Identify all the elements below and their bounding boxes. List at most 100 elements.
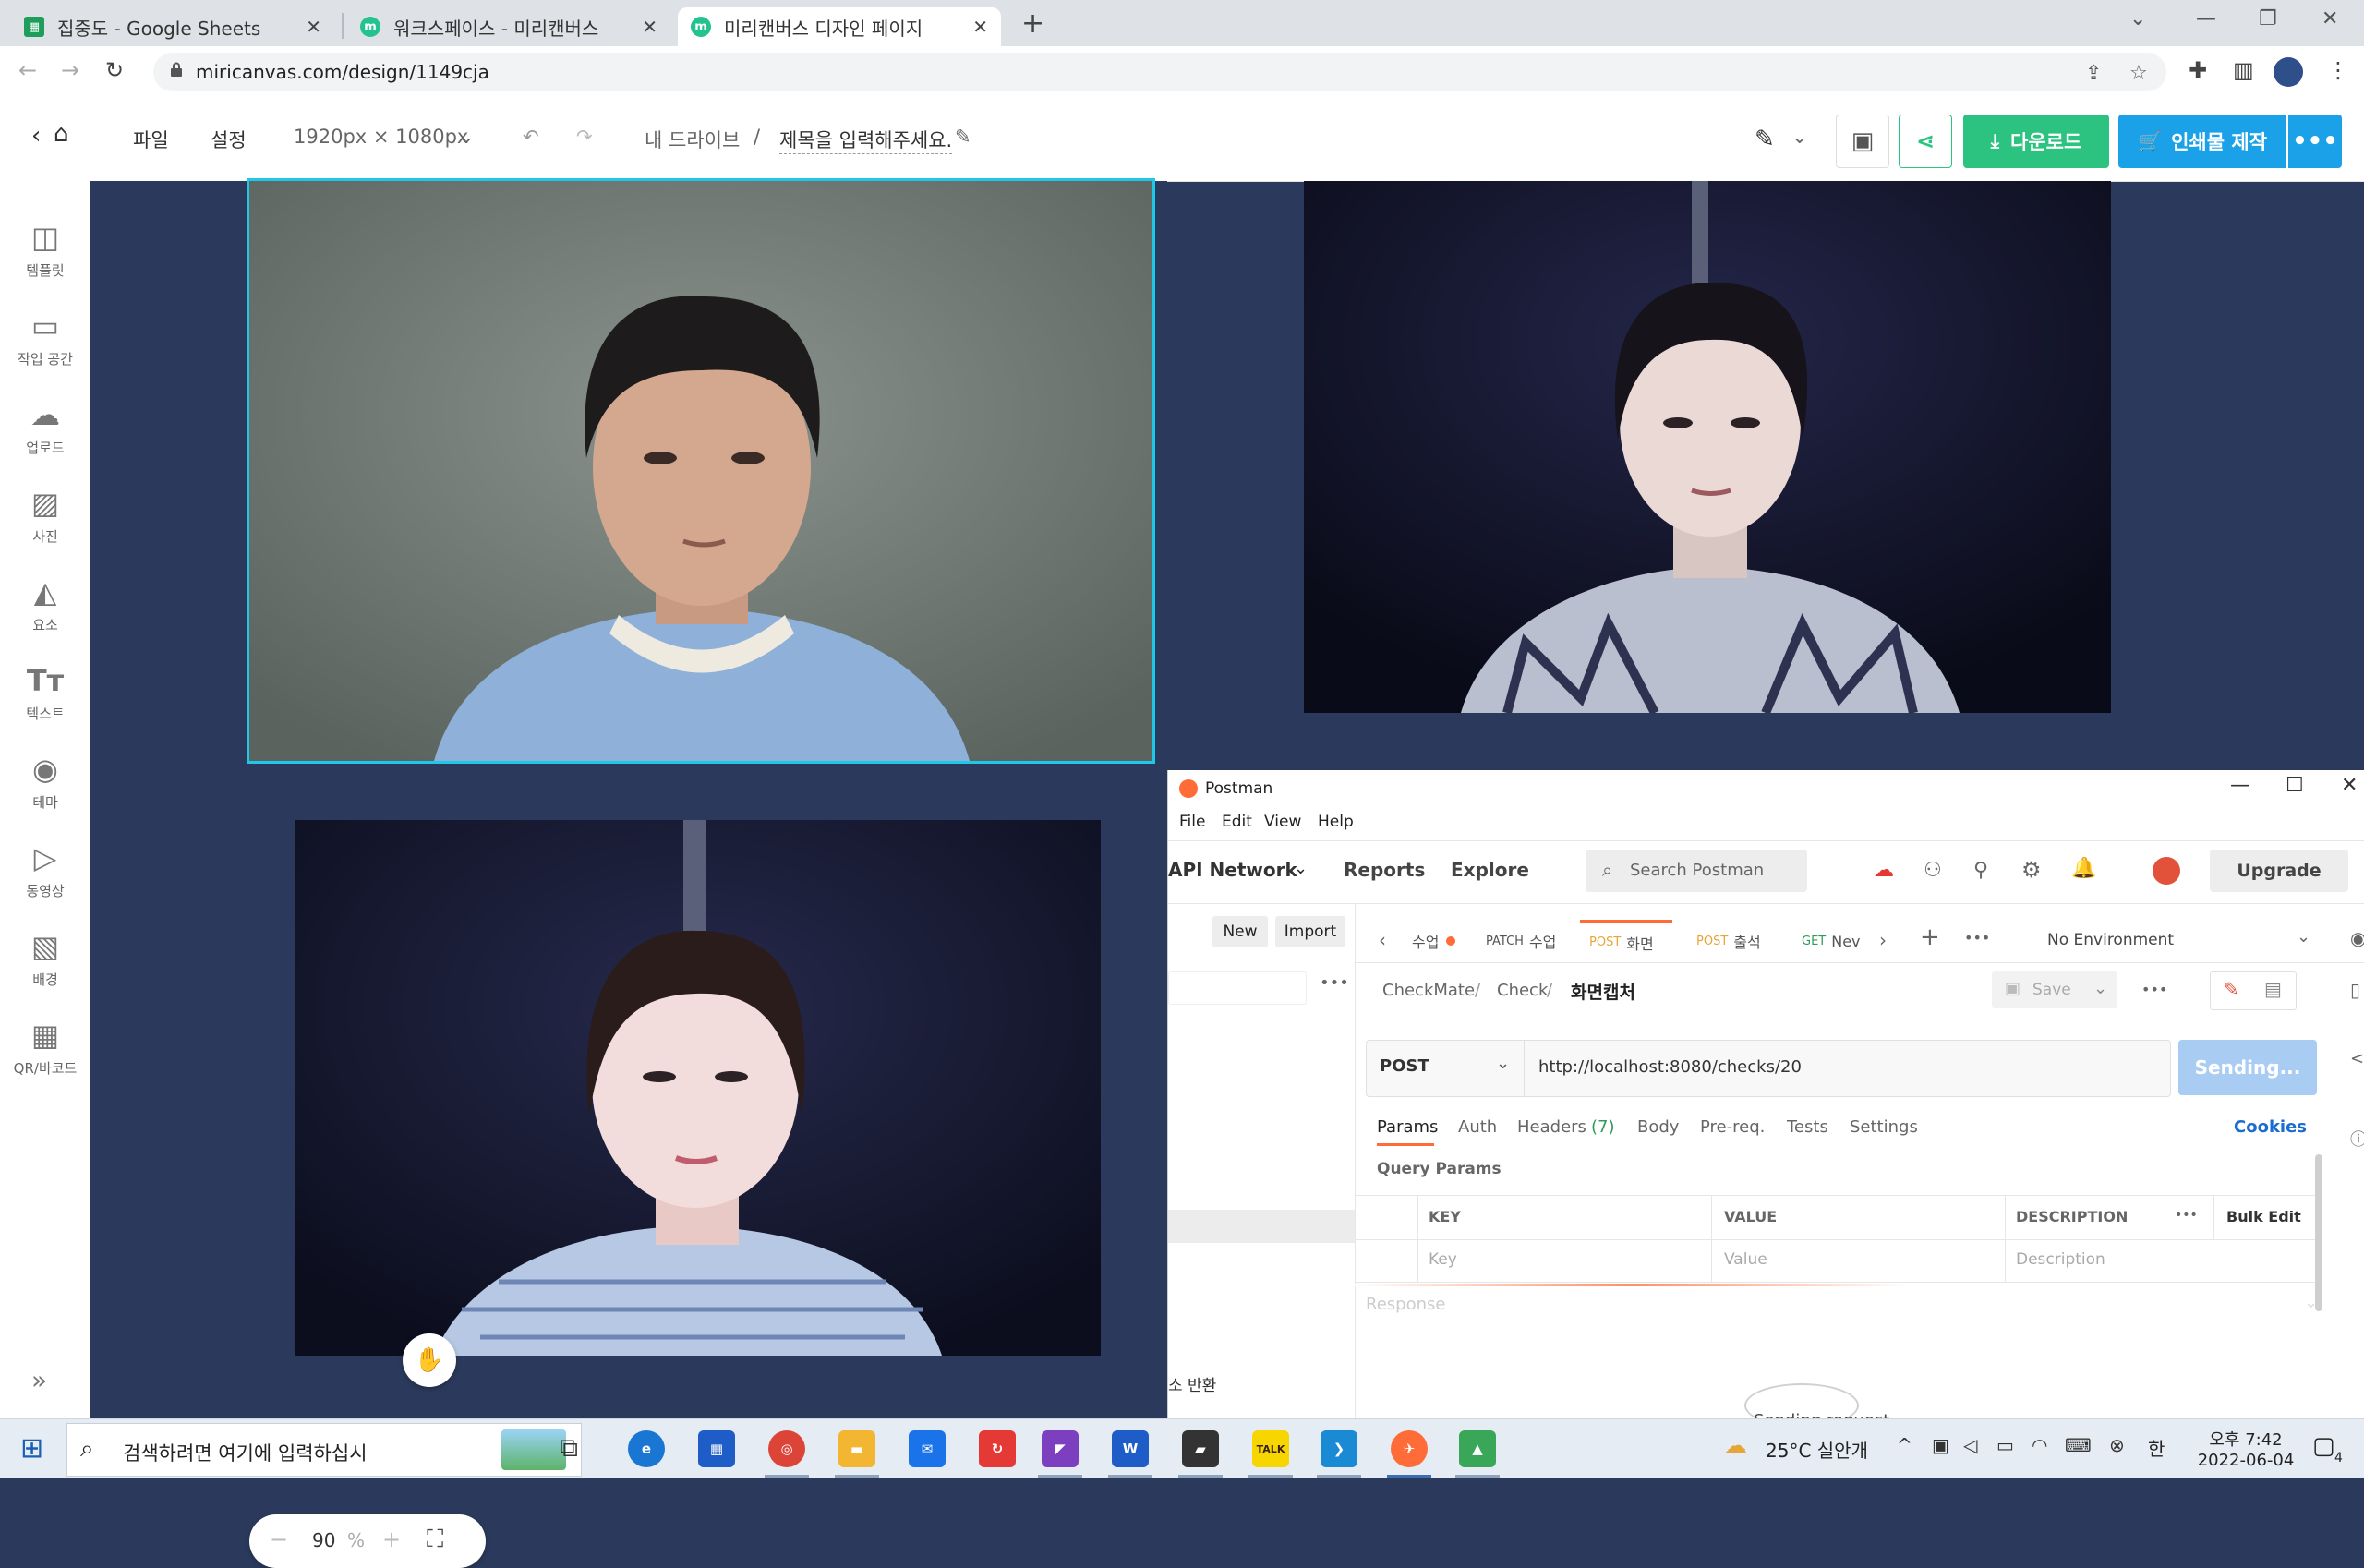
fullscreen-icon[interactable]: ⛶ — [427, 1526, 443, 1554]
store-icon[interactable]: ▦ — [698, 1430, 735, 1467]
save-button[interactable]: ▣ Save ⌄ — [1992, 971, 2117, 1008]
document-title-input[interactable]: 제목을 입력해주세요. — [779, 126, 953, 154]
sync-cloud-icon[interactable]: ☁ — [1874, 859, 1894, 882]
share-icon[interactable]: ⇪ — [2085, 62, 2102, 85]
sidebar-item-theme[interactable]: ◉ 테마 — [0, 752, 90, 812]
canvas-size-dropdown[interactable]: 1920px × 1080px — [294, 126, 468, 148]
windows-start-icon[interactable]: ⊞ — [20, 1432, 43, 1465]
menu-help[interactable]: Help — [1318, 813, 1354, 831]
taskbar-search-box[interactable]: ⌕ 검색하려면 여기에 입력하십시 — [66, 1423, 582, 1477]
search-box[interactable]: ⌕ Search Postman — [1586, 850, 1807, 892]
request-tab-active[interactable]: POST 화면 — [1580, 920, 1672, 962]
menu-file[interactable]: File — [1179, 813, 1205, 831]
meet-icon[interactable]: ▣ — [1932, 1434, 1949, 1456]
minimize-icon[interactable]: — — [2196, 7, 2216, 30]
vscode-icon[interactable]: ❯ — [1321, 1430, 1357, 1467]
sync-app-icon[interactable]: ↻ — [979, 1430, 1016, 1467]
request-tab[interactable]: PATCH 수업 — [1486, 920, 1556, 962]
more-options-icon[interactable]: ••• — [1320, 973, 1349, 993]
zoom-value[interactable]: 90 — [312, 1529, 335, 1551]
kakaotalk-icon[interactable]: TALK — [1252, 1430, 1289, 1467]
tab-body[interactable]: Body — [1637, 1117, 1679, 1137]
edge-icon[interactable]: e — [628, 1430, 665, 1467]
close-tab-icon[interactable]: ✕ — [972, 16, 988, 38]
tab-pre-request[interactable]: Pre-req. — [1700, 1117, 1765, 1137]
minimize-icon[interactable]: — — [2230, 774, 2250, 797]
chevron-up-icon[interactable]: ^ — [1897, 1434, 1912, 1456]
chevron-down-icon[interactable]: ⌄ — [1791, 126, 1808, 148]
close-window-icon[interactable]: ✕ — [2322, 7, 2338, 30]
sidebar-filter-input[interactable] — [1168, 971, 1307, 1005]
breadcrumb-collection[interactable]: CheckMate — [1382, 981, 1475, 1000]
satellite-icon[interactable]: ⚲ — [1973, 859, 1988, 882]
description-input[interactable]: Description — [2016, 1250, 2105, 1269]
chevron-down-icon[interactable]: ⌄ — [2297, 927, 2310, 947]
info-icon[interactable]: ⓘ — [2350, 1127, 2364, 1151]
hand-tool-icon[interactable]: ✋ — [403, 1333, 456, 1387]
mail-icon[interactable]: ✉ — [909, 1430, 946, 1467]
tab-auth[interactable]: Auth — [1458, 1117, 1497, 1137]
sticky-notes-icon[interactable]: ▰ — [1182, 1430, 1219, 1467]
word-icon[interactable]: W — [1112, 1430, 1149, 1467]
browser-tab-workspace[interactable]: m 워크스페이스 - 미리캔버스 ✕ — [347, 7, 670, 46]
edit-pencil-icon[interactable]: ✎ — [2224, 978, 2239, 1000]
send-button[interactable]: Sending... — [2178, 1040, 2317, 1095]
home-icon[interactable]: ⌂ — [54, 120, 69, 148]
invite-user-icon[interactable]: ⚇ — [1924, 859, 1942, 882]
avatar[interactable] — [2153, 857, 2180, 885]
more-options-icon[interactable]: ••• — [2175, 1208, 2198, 1223]
save-icon[interactable]: ▣ — [1836, 115, 1889, 168]
tab-params[interactable]: Params — [1377, 1117, 1438, 1137]
tab-search-icon[interactable]: ⌄ — [2129, 7, 2146, 30]
upgrade-button[interactable]: Upgrade — [2210, 850, 2348, 892]
weather-icon[interactable]: ☁ — [1723, 1432, 1747, 1460]
chrome-icon[interactable]: ◎ — [768, 1430, 805, 1467]
request-tab[interactable]: POST 출석 — [1696, 920, 1761, 962]
back-chevron-icon[interactable]: ‹ — [31, 122, 41, 150]
settings-gear-icon[interactable]: ⚙ — [2021, 857, 2042, 883]
clock[interactable]: 오후 7:42 2022-06-04 — [2190, 1423, 2301, 1475]
undo-icon[interactable]: ↶ — [523, 126, 539, 148]
sidebar-item-video[interactable]: ▷ 동영상 — [0, 840, 90, 900]
sidebar-selected-row[interactable] — [1168, 1210, 1355, 1243]
back-icon[interactable]: ← — [18, 57, 37, 83]
file-explorer-icon[interactable]: ▬ — [838, 1430, 875, 1467]
tabs-scroll-left-icon[interactable]: ‹ — [1379, 929, 1386, 951]
bookmark-star-icon[interactable]: ☆ — [2129, 62, 2148, 85]
status-x-icon[interactable]: ⊗ — [2109, 1434, 2125, 1456]
battery-icon[interactable]: ▭ — [1996, 1434, 2014, 1456]
notification-bell-icon[interactable]: 🔔 — [2071, 857, 2096, 880]
eye-icon[interactable]: ◉ — [2350, 927, 2364, 949]
browser-tab-design[interactable]: m 미리캔버스 디자인 페이지 ✕ — [678, 7, 1001, 46]
maximize-icon[interactable]: ☐ — [2286, 774, 2304, 797]
photo-woman-striped-shirt[interactable] — [296, 820, 1101, 1356]
nav-reports[interactable]: Reports — [1344, 859, 1425, 881]
new-button[interactable]: New — [1212, 916, 1268, 947]
postman-icon[interactable]: ✈ — [1391, 1430, 1428, 1467]
edit-pencil-icon[interactable]: ✎ — [955, 126, 971, 148]
tab-headers[interactable]: Headers — [1517, 1117, 1586, 1137]
notification-center-icon[interactable]: ▢ — [2312, 1432, 2335, 1460]
design-canvas[interactable]: − 90 % + ⛶ ✋ — [90, 178, 2111, 1568]
extensions-icon[interactable]: ✚ — [2189, 57, 2207, 83]
method-dropdown[interactable]: POST — [1380, 1056, 1429, 1076]
breadcrumb-drive[interactable]: 내 드라이브 — [645, 126, 740, 153]
sidebar-item-label[interactable]: 소 반환 — [1168, 1372, 1216, 1395]
menu-view[interactable]: View — [1264, 813, 1301, 831]
more-options-icon[interactable]: ••• — [2141, 981, 2167, 998]
view-toggle[interactable]: ✎ ▤ — [2210, 971, 2297, 1010]
tab-tests[interactable]: Tests — [1787, 1117, 1828, 1137]
request-tab[interactable]: 수업 — [1412, 920, 1456, 962]
visual-studio-icon[interactable]: ◤ — [1042, 1430, 1079, 1467]
request-url-input[interactable]: http://localhost:8080/checks/20 — [1538, 1057, 1802, 1077]
more-options-icon[interactable]: ••• — [2288, 115, 2342, 168]
request-tab[interactable]: GET Nev — [1802, 920, 1861, 962]
pen-mode-icon[interactable]: ✎ — [1755, 126, 1775, 153]
chevron-down-icon[interactable]: ⌄ — [1496, 1054, 1510, 1073]
volume-icon[interactable]: ◁ — [1963, 1434, 1977, 1456]
share-icon[interactable]: ⋖ — [1899, 115, 1952, 168]
sidebar-item-background[interactable]: ▧ 배경 — [0, 929, 90, 989]
forward-icon[interactable]: → — [61, 57, 79, 83]
tab-settings[interactable]: Settings — [1850, 1117, 1918, 1137]
new-tab-icon[interactable]: + — [1021, 7, 1044, 40]
